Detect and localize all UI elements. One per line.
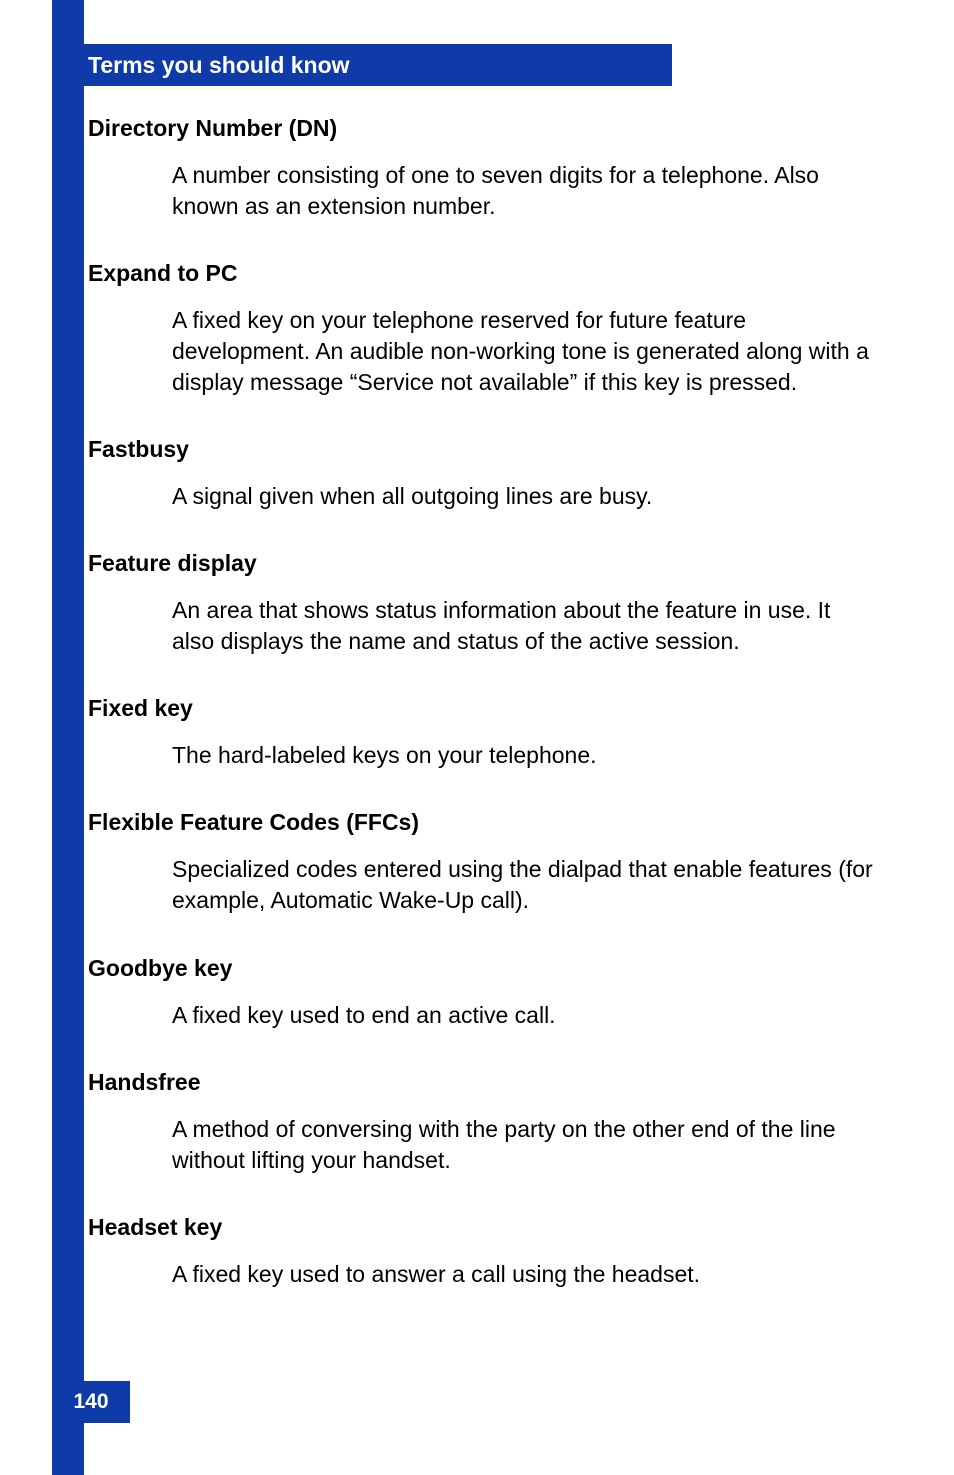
term-definition: A fixed key on your telephone reserved f… <box>172 305 878 398</box>
term-definition: An area that shows status information ab… <box>172 595 878 657</box>
term-heading: Feature display <box>88 550 878 577</box>
term-definition: The hard-labeled keys on your telephone. <box>172 740 878 771</box>
term-heading: Handsfree <box>88 1069 878 1096</box>
page-number-box: 140 <box>52 1381 130 1423</box>
term-heading: Directory Number (DN) <box>88 115 878 142</box>
term-heading: Expand to PC <box>88 260 878 287</box>
term-definition: Specialized codes entered using the dial… <box>172 854 878 916</box>
term-heading: Headset key <box>88 1214 878 1241</box>
term-heading: Fixed key <box>88 695 878 722</box>
content-area: Directory Number (DN) A number consistin… <box>88 115 878 1328</box>
term-heading: Fastbusy <box>88 436 878 463</box>
term-heading: Goodbye key <box>88 955 878 982</box>
term-heading: Flexible Feature Codes (FFCs) <box>88 809 878 836</box>
term-definition: A method of conversing with the party on… <box>172 1114 878 1176</box>
page-number: 140 <box>73 1390 108 1414</box>
term-definition: A number consisting of one to seven digi… <box>172 160 878 222</box>
term-definition: A fixed key used to end an active call. <box>172 1000 878 1031</box>
header-title: Terms you should know <box>88 52 350 79</box>
term-definition: A signal given when all outgoing lines a… <box>172 481 878 512</box>
header-bar: Terms you should know <box>52 44 672 86</box>
term-definition: A fixed key used to answer a call using … <box>172 1259 878 1290</box>
blue-sidebar <box>52 0 84 1475</box>
